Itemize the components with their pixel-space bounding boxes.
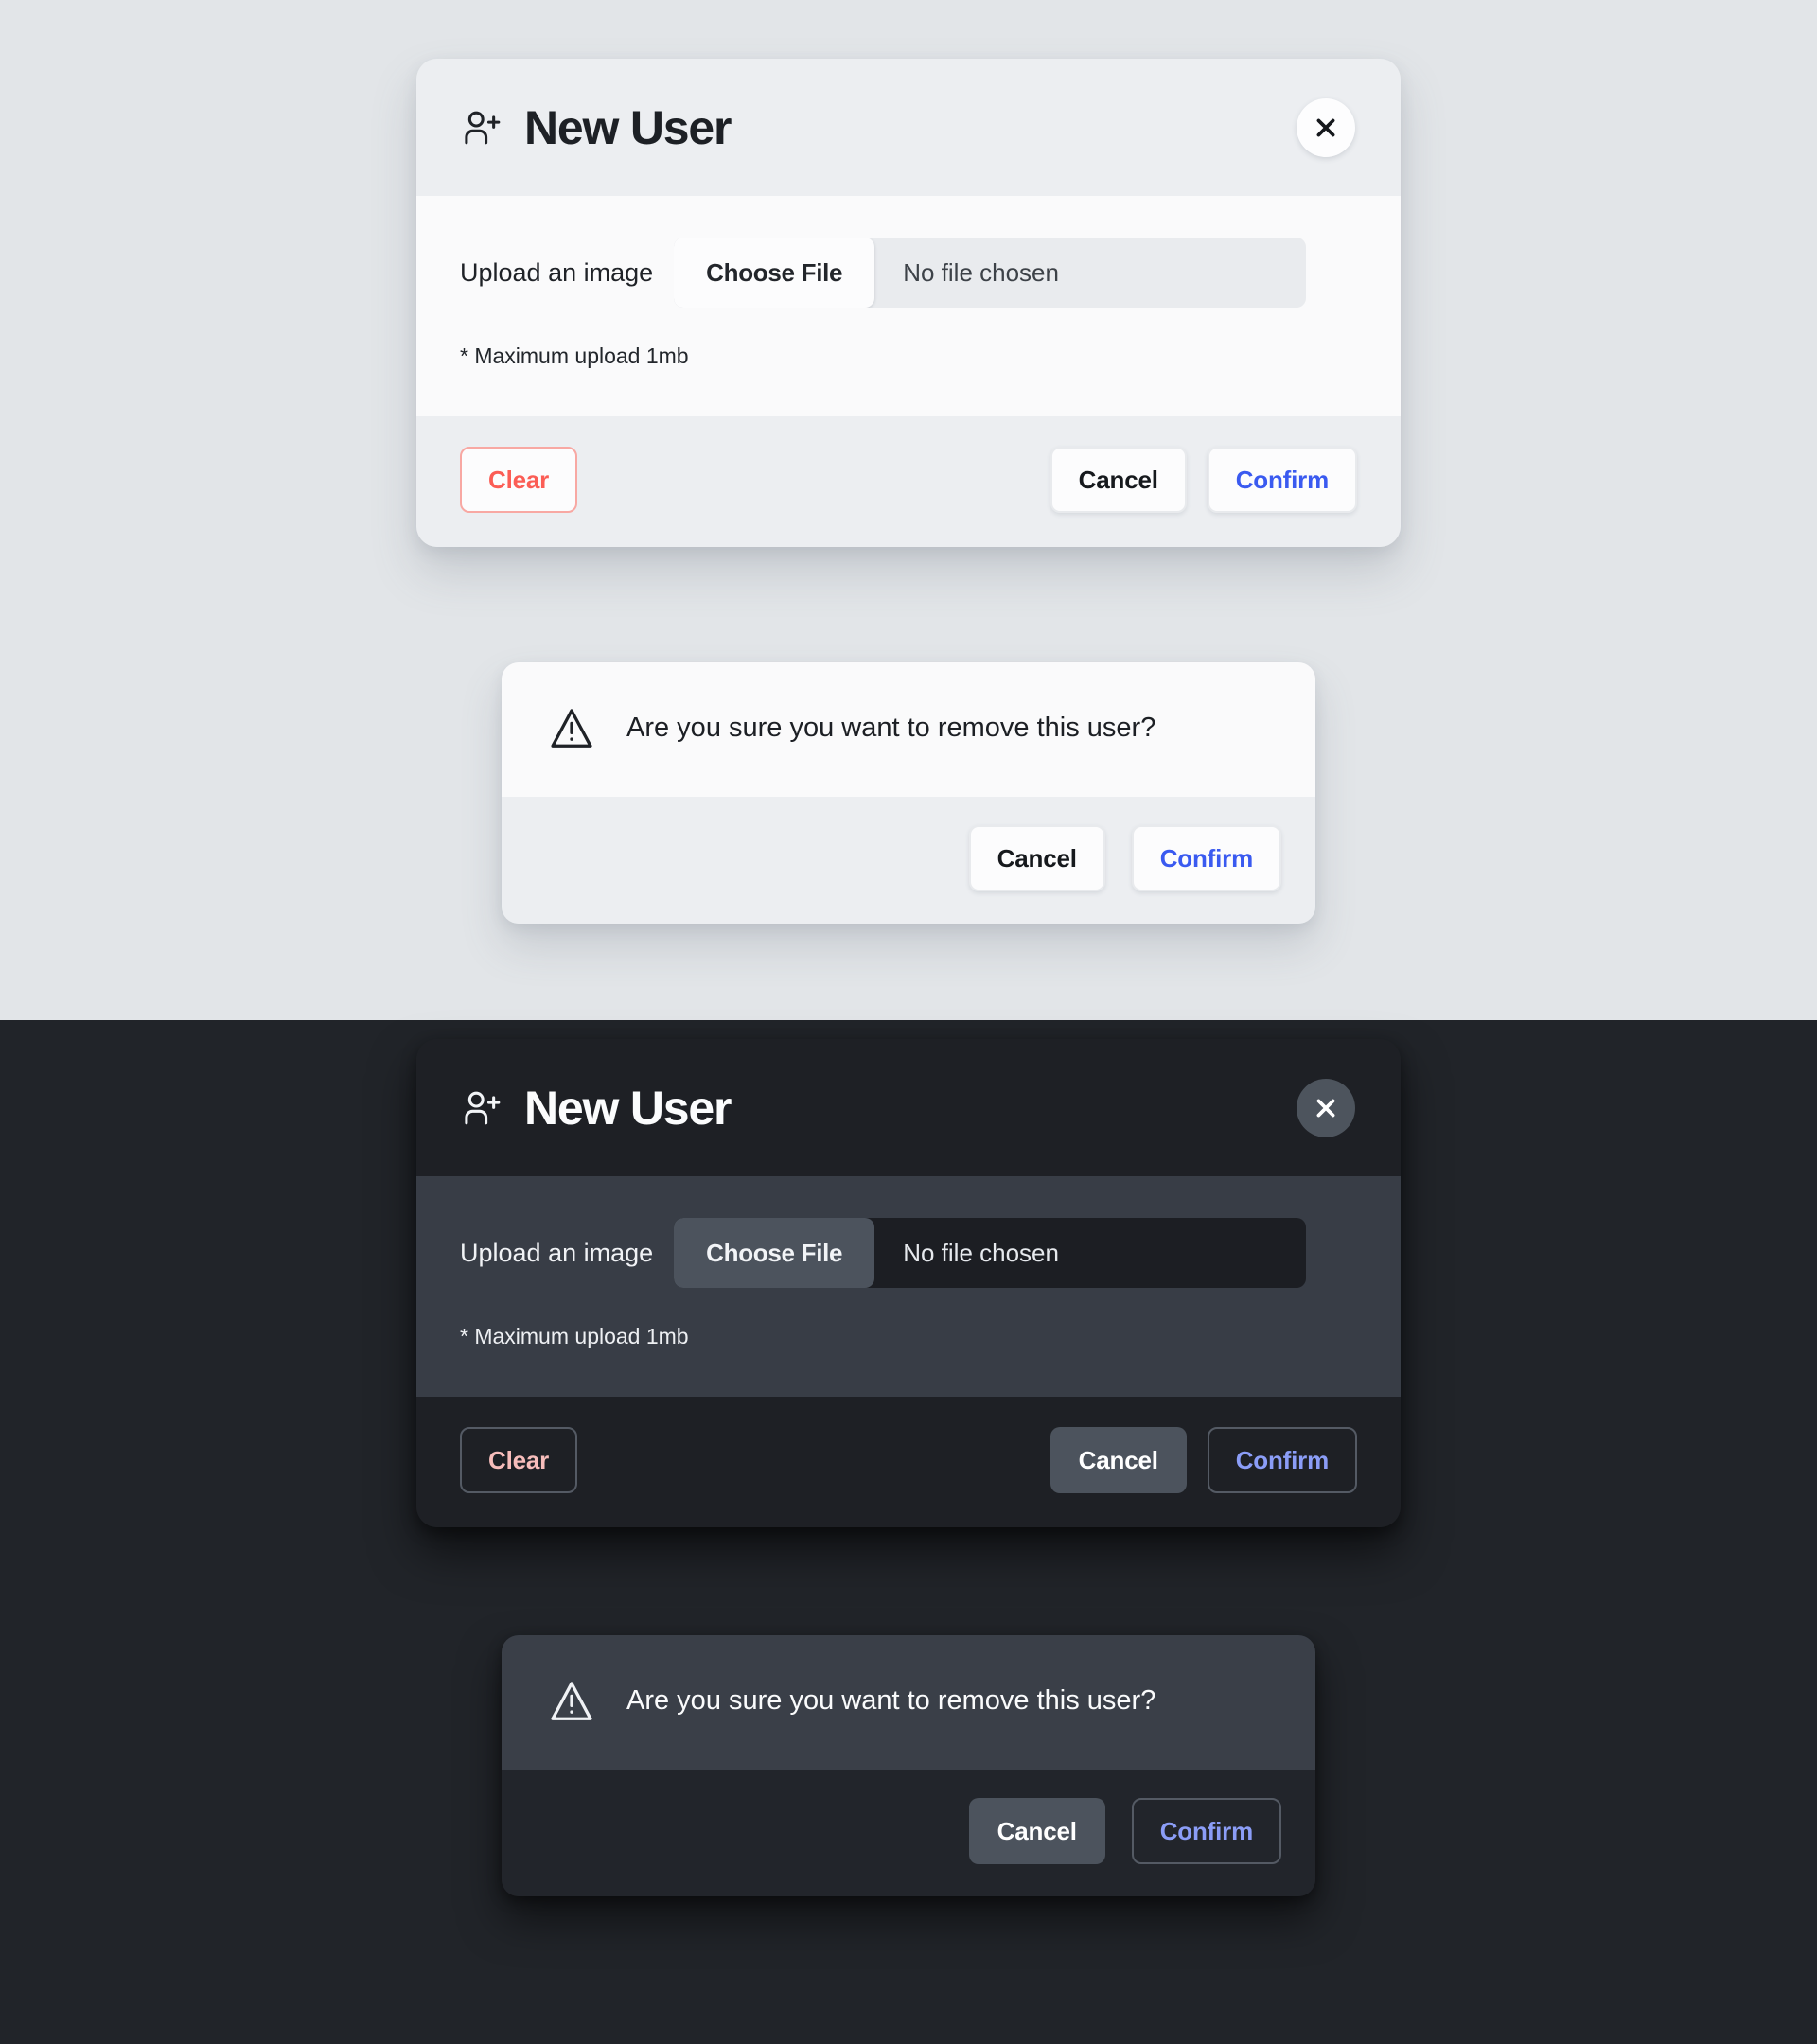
cancel-button[interactable]: Cancel bbox=[1050, 1427, 1187, 1493]
confirm-button[interactable]: Confirm bbox=[1131, 1798, 1281, 1864]
modal-footer: Clear Cancel Confirm bbox=[416, 1397, 1401, 1527]
warning-triangle-icon bbox=[551, 709, 592, 748]
modal-header-left: New User bbox=[460, 1084, 1297, 1132]
cancel-button[interactable]: Cancel bbox=[968, 825, 1105, 891]
upload-image-label: Upload an image bbox=[460, 257, 654, 287]
confirm-message-row: Are you sure you want to remove this use… bbox=[502, 662, 1315, 797]
new-user-modal-dark: New User Upload an image Choose File No … bbox=[416, 1039, 1401, 1527]
modal-header-left: New User bbox=[460, 104, 1297, 151]
clear-button[interactable]: Clear bbox=[460, 1427, 578, 1493]
modal-body: Upload an image Choose File No file chos… bbox=[416, 196, 1401, 416]
confirm-dialog-footer: Cancel Confirm bbox=[502, 1770, 1315, 1896]
upload-hint: * Maximum upload 1mb bbox=[460, 1324, 689, 1348]
close-button[interactable] bbox=[1297, 1078, 1355, 1137]
clear-button[interactable]: Clear bbox=[460, 447, 578, 513]
file-input[interactable]: Choose File No file chosen bbox=[674, 238, 1307, 308]
light-theme-panel: New User Upload an image Choose File No … bbox=[0, 0, 1817, 1020]
remove-user-dialog-light: Are you sure you want to remove this use… bbox=[502, 662, 1315, 924]
upload-hint: * Maximum upload 1mb bbox=[460, 344, 689, 368]
file-input[interactable]: Choose File No file chosen bbox=[674, 1218, 1307, 1288]
choose-file-button[interactable]: Choose File bbox=[674, 238, 875, 308]
upload-row: Upload an image Choose File No file chos… bbox=[460, 238, 1357, 308]
new-user-modal-light: New User Upload an image Choose File No … bbox=[416, 59, 1401, 547]
modal-body: Upload an image Choose File No file chos… bbox=[416, 1176, 1401, 1397]
modal-header: New User bbox=[416, 59, 1401, 196]
dark-theme-panel: New User Upload an image Choose File No … bbox=[0, 1020, 1817, 2044]
confirm-button[interactable]: Confirm bbox=[1207, 1427, 1357, 1493]
warning-triangle-icon bbox=[551, 1682, 592, 1720]
upload-image-label: Upload an image bbox=[460, 1238, 654, 1267]
remove-user-dialog-dark: Are you sure you want to remove this use… bbox=[502, 1635, 1315, 1896]
user-plus-icon bbox=[465, 1091, 501, 1124]
modal-footer: Clear Cancel Confirm bbox=[416, 416, 1401, 547]
confirm-message-row: Are you sure you want to remove this use… bbox=[502, 1635, 1315, 1770]
confirm-message: Are you sure you want to remove this use… bbox=[626, 713, 1156, 744]
user-plus-icon bbox=[465, 111, 501, 144]
confirm-button[interactable]: Confirm bbox=[1207, 447, 1357, 513]
upload-row: Upload an image Choose File No file chos… bbox=[460, 1218, 1357, 1288]
confirm-message: Are you sure you want to remove this use… bbox=[626, 1685, 1156, 1717]
choose-file-button[interactable]: Choose File bbox=[674, 1218, 875, 1288]
file-status-text: No file chosen bbox=[903, 257, 1059, 287]
page-title: New User bbox=[524, 100, 732, 154]
page-title: New User bbox=[524, 1081, 732, 1135]
close-button[interactable] bbox=[1297, 97, 1355, 157]
file-status-text: No file chosen bbox=[903, 1238, 1059, 1267]
confirm-dialog-footer: Cancel Confirm bbox=[502, 797, 1315, 924]
cancel-button[interactable]: Cancel bbox=[1050, 447, 1187, 513]
cancel-button[interactable]: Cancel bbox=[968, 1798, 1105, 1864]
confirm-button[interactable]: Confirm bbox=[1131, 825, 1281, 891]
close-icon bbox=[1316, 118, 1335, 136]
close-icon bbox=[1316, 1099, 1335, 1117]
modal-header: New User bbox=[416, 1039, 1401, 1176]
